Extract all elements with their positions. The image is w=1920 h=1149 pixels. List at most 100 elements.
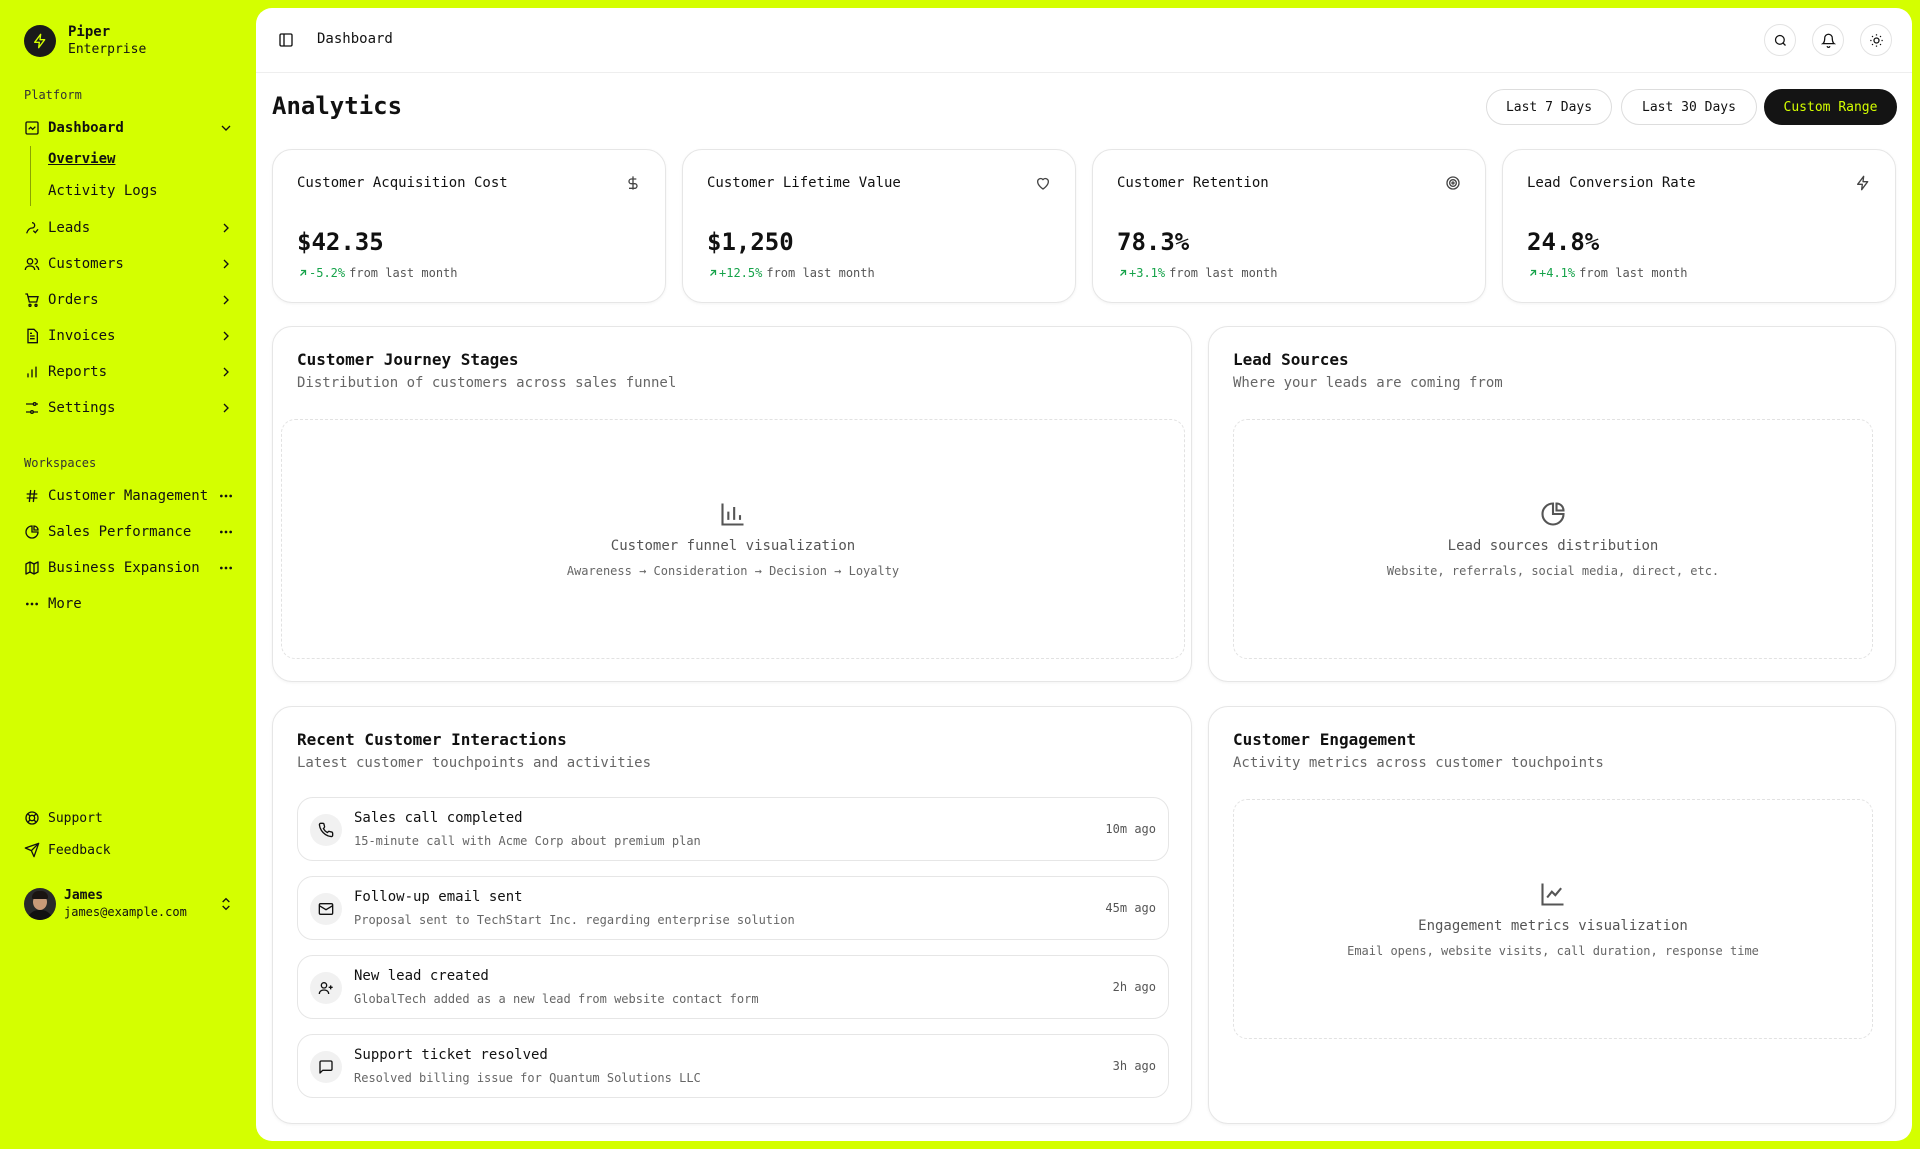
dollar-icon: [625, 175, 641, 191]
kpi-delta-suffix: from last month: [1579, 266, 1688, 280]
range-custom[interactable]: Custom Range: [1764, 89, 1897, 125]
interaction-time: 45m ago: [1105, 901, 1156, 915]
workspace-business-expansion[interactable]: Business Expansion: [24, 554, 234, 582]
more-label: More: [48, 596, 82, 612]
kpi-card-conversion-rate: Lead Conversion Rate 24.8% +4.1% from la…: [1502, 149, 1896, 303]
workspaces-label: Workspaces: [24, 456, 97, 470]
kpi-delta-value: +12.5%: [719, 266, 763, 280]
range-last-7-days[interactable]: Last 7 Days: [1486, 89, 1612, 125]
nav-leads[interactable]: Leads: [24, 214, 234, 242]
sidebar: Piper Enterprise Platform Dashboard Over…: [0, 0, 256, 1149]
kpi-value: 24.8%: [1527, 228, 1600, 256]
message-icon: [310, 1051, 342, 1083]
placeholder-title: Customer funnel visualization: [610, 538, 856, 554]
sun-icon: [1869, 33, 1884, 48]
workspace-label: Sales Performance: [48, 524, 192, 540]
chevron-right-icon: [218, 220, 234, 236]
nav-activity-logs[interactable]: Activity Logs: [48, 183, 158, 199]
nav-label: Reports: [48, 364, 108, 380]
kpi-delta: +12.5% from last month: [707, 266, 875, 280]
interaction-item[interactable]: Support ticket resolved Resolved billing…: [297, 1034, 1169, 1098]
interaction-title: Follow-up email sent: [354, 889, 523, 905]
placeholder-subtitle: Awareness → Consideration → Decision → L…: [566, 564, 900, 578]
engagement-chart-placeholder: Engagement metrics visualization Email o…: [1233, 799, 1873, 1039]
map-icon: [24, 560, 40, 576]
nav-invoices[interactable]: Invoices: [24, 322, 234, 350]
nav-label: Settings: [48, 400, 116, 416]
breadcrumb[interactable]: Dashboard: [317, 31, 393, 47]
interaction-item[interactable]: Sales call completed 15-minute call with…: [297, 797, 1169, 861]
ellipsis-icon: [24, 596, 40, 612]
heart-icon: [1035, 175, 1051, 191]
kpi-title: Lead Conversion Rate: [1527, 175, 1696, 191]
kpi-delta-suffix: from last month: [766, 266, 875, 280]
arrow-up-right-icon: [1527, 267, 1539, 279]
nav-settings[interactable]: Settings: [24, 394, 234, 422]
mail-icon: [310, 893, 342, 925]
workspace-label: Business Expansion: [48, 560, 200, 576]
nav-label: Dashboard: [48, 120, 124, 136]
arrow-up-right-icon: [1117, 267, 1129, 279]
interaction-description: Resolved billing issue for Quantum Solut…: [354, 1071, 701, 1085]
interaction-description: GlobalTech added as a new lead from webs…: [354, 992, 759, 1006]
chevron-right-icon: [218, 364, 234, 380]
workspace-customer-management[interactable]: Customer Management: [24, 482, 234, 510]
notifications-button[interactable]: [1812, 24, 1844, 56]
feedback-label: Feedback: [48, 842, 111, 858]
search-button[interactable]: [1764, 24, 1796, 56]
settings-icon: [24, 400, 40, 416]
interaction-time: 2h ago: [1112, 980, 1156, 994]
nav-dashboard[interactable]: Dashboard: [24, 114, 234, 142]
interaction-title: New lead created: [354, 968, 489, 984]
kpi-delta-suffix: from last month: [1169, 266, 1278, 280]
sidebar-toggle-icon[interactable]: [278, 32, 294, 48]
range-last-30-days[interactable]: Last 30 Days: [1621, 89, 1757, 125]
kpi-delta-value: +3.1%: [1129, 266, 1166, 280]
page-title: Analytics: [272, 92, 403, 120]
interaction-item[interactable]: Follow-up email sent Proposal sent to Te…: [297, 876, 1169, 940]
workspace-sales-performance[interactable]: Sales Performance: [24, 518, 234, 546]
nav-customers[interactable]: Customers: [24, 250, 234, 278]
lifebuoy-icon: [24, 810, 40, 826]
nav-orders[interactable]: Orders: [24, 286, 234, 314]
users-icon: [24, 256, 40, 272]
nav-overview[interactable]: Overview: [48, 151, 115, 167]
kpi-card-retention: Customer Retention 78.3% +3.1% from last…: [1092, 149, 1486, 303]
interaction-item[interactable]: New lead created GlobalTech added as a n…: [297, 955, 1169, 1019]
panel-subtitle: Latest customer touchpoints and activiti…: [297, 755, 652, 771]
interaction-time: 3h ago: [1112, 1059, 1156, 1073]
brand-subtitle: Enterprise: [68, 42, 147, 57]
leads-icon: [24, 220, 40, 236]
nav-label: Invoices: [48, 328, 116, 344]
user-email: james@example.com: [64, 905, 187, 919]
lead-sources-placeholder: Lead sources distribution Website, refer…: [1233, 419, 1873, 659]
pie-chart-icon: [1539, 500, 1567, 528]
panel-title: Recent Customer Interactions: [297, 730, 567, 749]
ellipsis-icon[interactable]: [218, 560, 234, 576]
chevron-right-icon: [218, 328, 234, 344]
chevron-down-icon[interactable]: [218, 120, 234, 136]
interaction-description: 15-minute call with Acme Corp about prem…: [354, 834, 701, 848]
user-name: James: [64, 888, 104, 903]
nav-reports[interactable]: Reports: [24, 358, 234, 386]
kpi-delta: +3.1% from last month: [1117, 266, 1278, 280]
user-menu[interactable]: James james@example.com: [24, 886, 234, 922]
placeholder-title: Engagement metrics visualization: [1418, 918, 1688, 934]
ellipsis-icon[interactable]: [218, 524, 234, 540]
nav-more[interactable]: More: [24, 590, 234, 618]
brand-name: Piper: [68, 24, 111, 40]
support-link[interactable]: Support: [24, 810, 103, 826]
chevron-right-icon: [218, 400, 234, 416]
interaction-time: 10m ago: [1105, 822, 1156, 836]
placeholder-subtitle: Website, referrals, social media, direct…: [1386, 564, 1720, 578]
interaction-title: Sales call completed: [354, 810, 523, 826]
nav-label: Leads: [48, 220, 91, 236]
placeholder-subtitle: Email opens, website visits, call durati…: [1347, 944, 1759, 958]
theme-toggle-button[interactable]: [1860, 24, 1892, 56]
ellipsis-icon[interactable]: [218, 488, 234, 504]
brand[interactable]: Piper Enterprise: [24, 24, 146, 58]
feedback-link[interactable]: Feedback: [24, 842, 111, 858]
chevron-right-icon: [218, 292, 234, 308]
panel-subtitle: Where your leads are coming from: [1233, 375, 1503, 391]
panel-title: Customer Journey Stages: [297, 350, 519, 369]
